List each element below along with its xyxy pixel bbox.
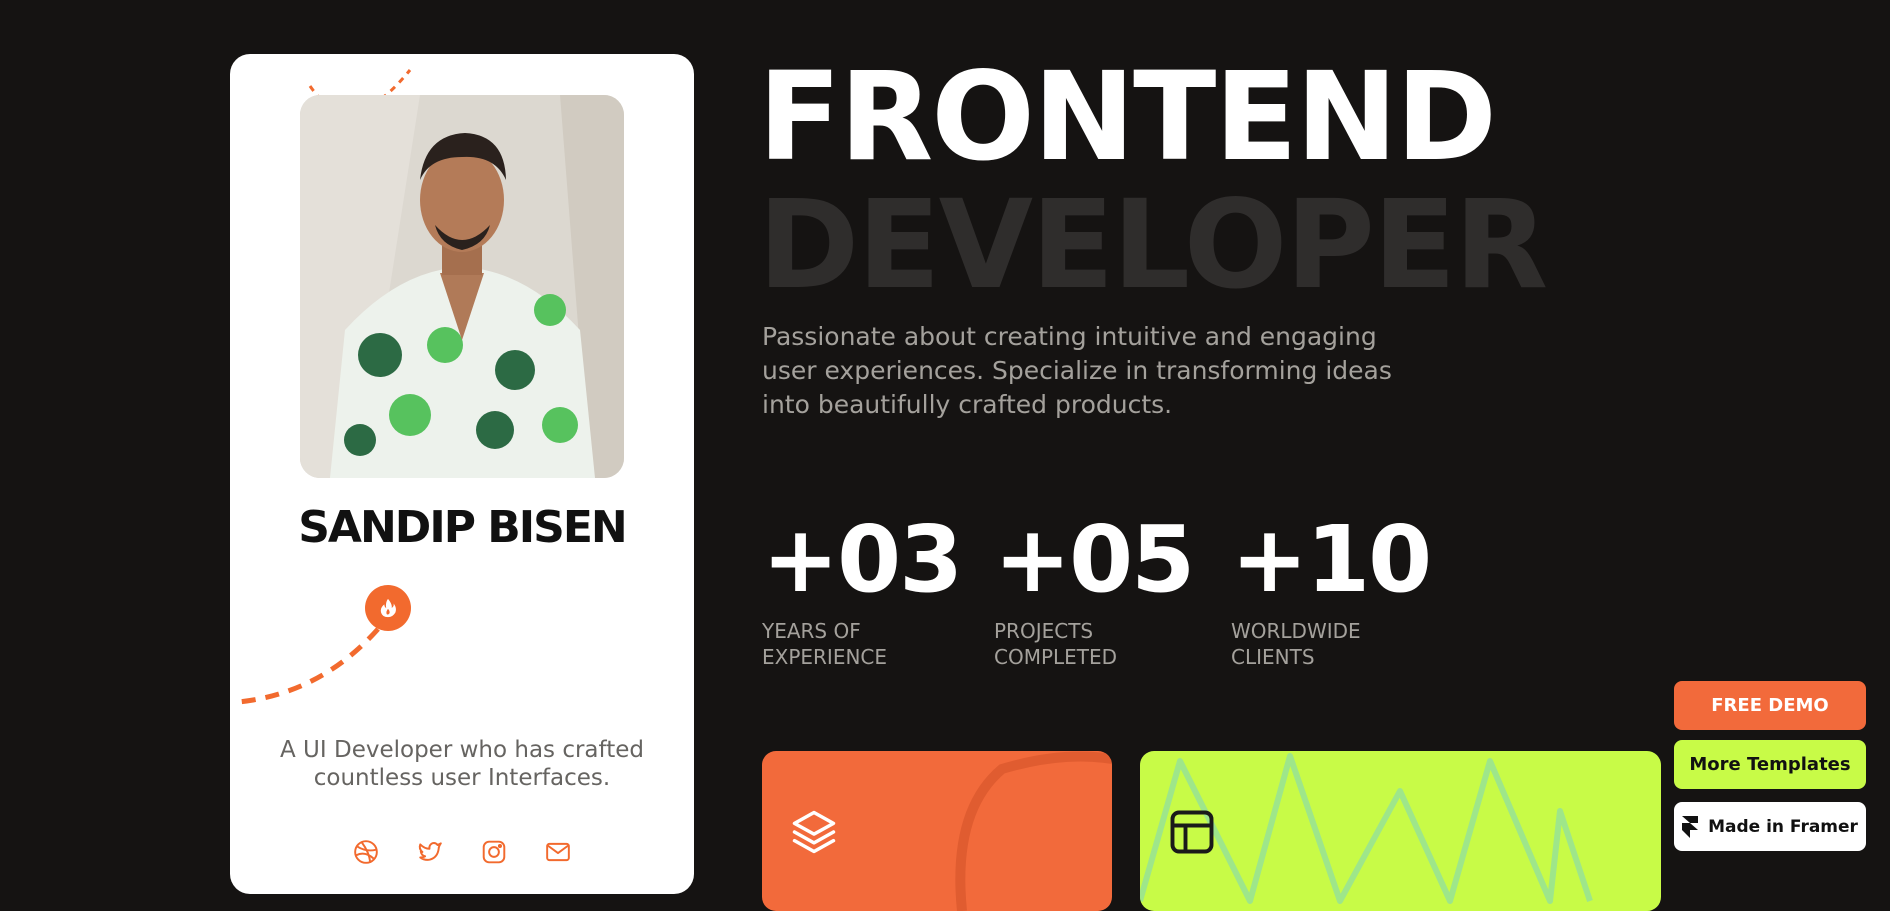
stat-value: +03 [762,506,963,613]
made-in-framer-label: Made in Framer [1708,816,1858,837]
made-in-framer-button[interactable]: Made in Framer [1674,802,1866,851]
stat-value: +05 [994,506,1195,613]
more-templates-button[interactable]: More Templates [1674,740,1866,789]
free-demo-button[interactable]: FREE DEMO [1674,681,1866,730]
layout-icon [1166,806,1218,858]
instagram-icon[interactable] [481,839,507,865]
stat-label: YEARS OF EXPERIENCE [762,619,888,669]
stat-projects: +05 PROJECTS COMPLETED [994,506,1195,670]
profile-tagline: A UI Developer who has crafted countless… [280,737,644,791]
hero-title-developer: DEVELOPER [758,174,1548,316]
framer-logo-icon [1682,815,1699,838]
stat-value: +10 [1231,506,1432,613]
stat-experience: +03 YEARS OF EXPERIENCE [762,506,963,670]
card-zigzag-decoration [1140,753,1593,904]
profile-photo [300,95,624,478]
profile-name: SANDIP BISEN [298,502,628,553]
mail-icon[interactable] [545,839,571,865]
hero-intro-text: Passionate about creating intuitive and … [762,322,1392,419]
twitter-icon[interactable] [417,839,443,865]
feature-card-orange[interactable] [762,751,1112,911]
layers-icon [788,806,840,858]
social-links [230,839,694,865]
fire-icon [365,585,411,631]
profile-card: SANDIP BISEN A UI Developer who has craf… [230,54,694,894]
stat-label: PROJECTS COMPLETED [994,619,1118,669]
hero-title-frontend: FRONTEND [758,46,1497,188]
stat-clients: +10 WORLDWIDE CLIENTS [1231,506,1432,670]
stat-label: WORLDWIDE CLIENTS [1231,619,1361,669]
dribbble-icon[interactable] [353,839,379,865]
feature-card-lime[interactable] [1140,751,1661,911]
